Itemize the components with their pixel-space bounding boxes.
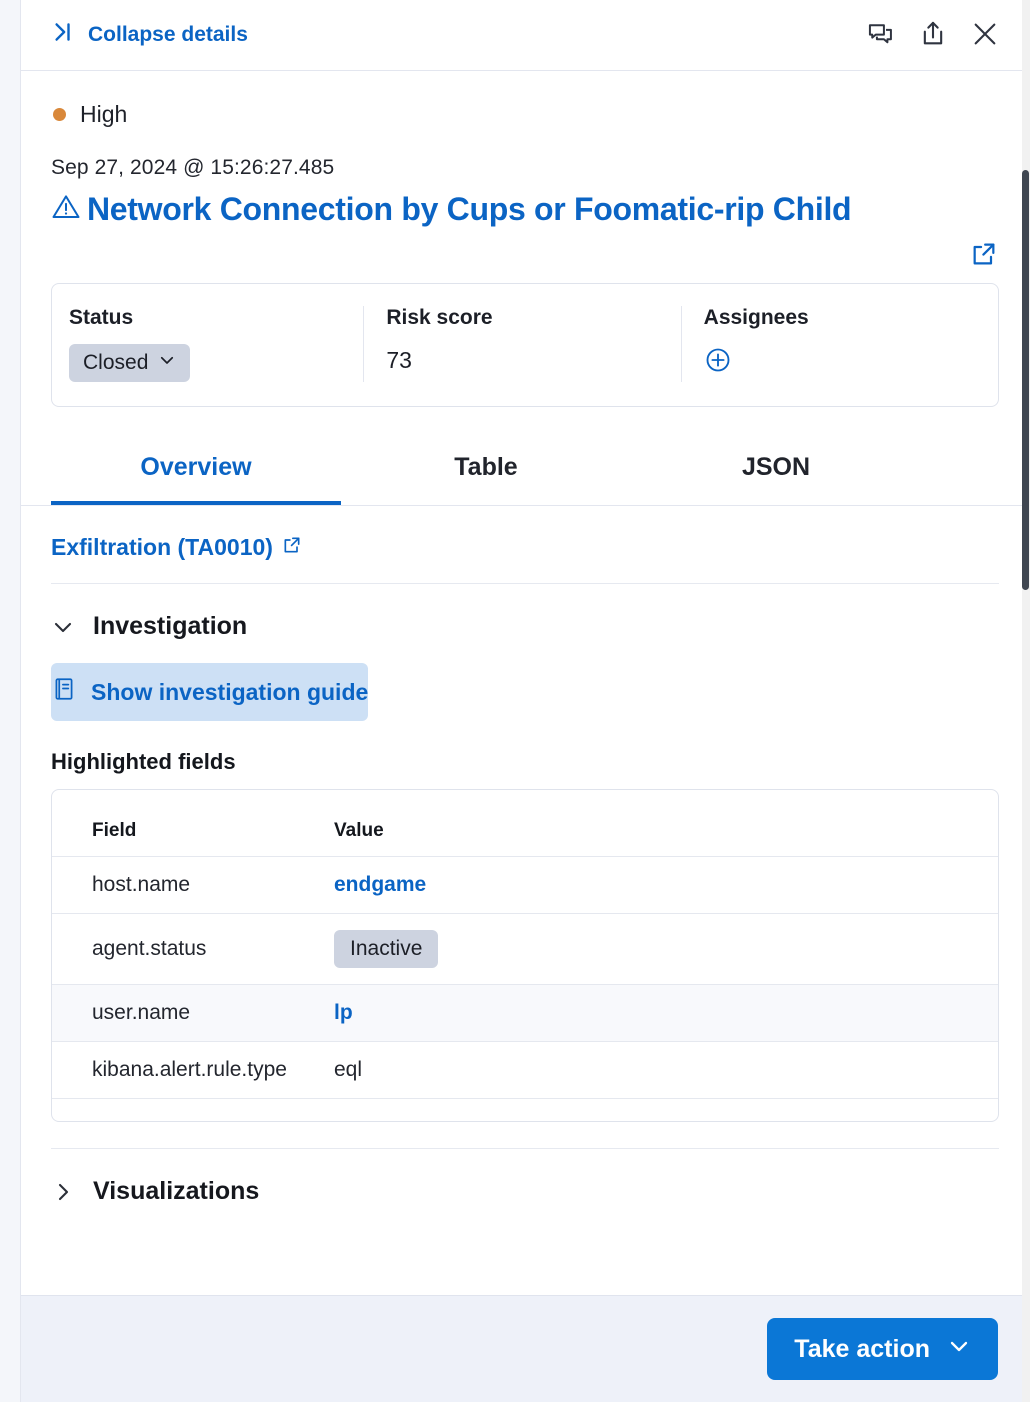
risk-score-cell: Risk score 73: [364, 306, 682, 382]
highlighted-fields-table: Field Value host.name endgame agent.stat…: [52, 804, 998, 1099]
flyout-panel: Collapse details High Sep 27, 2024 @ 15:…: [21, 0, 1022, 1402]
highlighted-fields-card: Field Value host.name endgame agent.stat…: [51, 789, 999, 1122]
mitre-tactic-link[interactable]: Exfiltration (TA0010): [51, 534, 302, 561]
severity-label: High: [80, 101, 128, 127]
alert-summary-panel: Status Closed Risk score 73 Assignees: [51, 283, 999, 407]
table-row: agent.status Inactive: [52, 913, 998, 985]
tab-json[interactable]: JSON: [631, 439, 921, 505]
field-value-cell: Inactive: [322, 913, 998, 985]
left-gutter: [0, 0, 21, 1402]
flyout-footer: Take action: [21, 1295, 1022, 1402]
show-investigation-guide-button[interactable]: Show investigation guide: [51, 663, 369, 721]
assignees-label: Assignees: [703, 306, 809, 329]
external-link-icon: [282, 534, 302, 561]
field-name-cell: host.name: [52, 856, 322, 914]
flyout-body: High Sep 27, 2024 @ 15:26:27.485 Network…: [21, 71, 1022, 1402]
column-header-value: Value: [322, 804, 998, 857]
table-row: host.name endgame: [52, 856, 998, 914]
show-investigation-guide-label: Show investigation guide: [91, 678, 369, 705]
flyout-header: Collapse details: [21, 0, 1022, 71]
agent-status-badge: Inactive: [334, 930, 439, 968]
alert-details-flyout-screen: Collapse details High Sep 27, 2024 @ 15:…: [0, 0, 1030, 1402]
take-action-button[interactable]: Take action: [767, 1318, 998, 1380]
share-icon: [919, 20, 947, 51]
share-button[interactable]: [918, 20, 948, 50]
table-row: kibana.alert.rule.type eql: [52, 1041, 998, 1099]
status-cell: Status Closed: [52, 306, 365, 382]
page-scrollbar[interactable]: [1021, 0, 1030, 1402]
user-name-value-link[interactable]: lp: [334, 1001, 353, 1024]
field-name-cell: user.name: [52, 984, 322, 1042]
table-header-row: Field Value: [52, 804, 998, 857]
collapse-right-icon: [49, 19, 75, 51]
chevron-down-icon: [947, 1334, 971, 1365]
risk-score-label: Risk score: [386, 306, 493, 329]
severity-dot-icon: [53, 108, 66, 121]
status-label: Status: [69, 306, 134, 329]
external-link-icon: [970, 243, 998, 271]
tab-table[interactable]: Table: [341, 439, 631, 505]
collapse-details-button[interactable]: Collapse details: [49, 19, 248, 51]
column-header-field: Field: [52, 804, 322, 857]
chevron-down-icon: [51, 615, 75, 639]
chevron-right-icon: [51, 1180, 75, 1204]
field-value-cell: eql: [322, 1041, 998, 1099]
field-value-cell: lp: [322, 984, 998, 1042]
plus-circle-icon: [704, 348, 732, 377]
field-name-cell: kibana.alert.rule.type: [52, 1041, 322, 1099]
header-actions: [866, 20, 1000, 50]
guide-book-icon: [51, 676, 77, 708]
comments-button[interactable]: [866, 20, 896, 50]
visualizations-section-header[interactable]: Visualizations: [21, 1149, 1022, 1228]
assignees-cell: Assignees: [682, 306, 998, 382]
open-alert-external-button[interactable]: [970, 240, 998, 271]
mitre-tactic-row: Exfiltration (TA0010): [51, 506, 999, 584]
investigation-section-header[interactable]: Investigation: [21, 584, 1022, 663]
field-value-cell: endgame: [322, 856, 998, 914]
detail-tabs: Overview Table JSON: [21, 439, 1022, 506]
close-icon: [971, 20, 999, 51]
warning-triangle-icon: [51, 190, 81, 234]
comments-icon: [867, 20, 895, 51]
tab-overview[interactable]: Overview: [51, 439, 341, 505]
highlighted-fields-title: Highlighted fields: [51, 749, 236, 774]
chevron-down-icon: [158, 351, 176, 375]
scrollbar-thumb[interactable]: [1022, 170, 1029, 590]
investigation-section-title: Investigation: [93, 612, 248, 640]
rule-type-value: eql: [334, 1058, 363, 1081]
mitre-tactic-label: Exfiltration (TA0010): [51, 534, 273, 560]
status-dropdown-button[interactable]: Closed: [69, 344, 191, 382]
alert-title-row: Network Connection by Cups or Foomatic-r…: [21, 180, 1022, 271]
collapse-details-label: Collapse details: [88, 23, 248, 46]
page-title[interactable]: Network Connection by Cups or Foomatic-r…: [51, 188, 970, 234]
add-assignee-button[interactable]: [704, 344, 732, 377]
alert-title-text: Network Connection by Cups or Foomatic-r…: [87, 191, 852, 227]
take-action-label: Take action: [794, 1334, 930, 1363]
field-name-cell: agent.status: [52, 913, 322, 985]
risk-score-value: 73: [386, 347, 412, 373]
visualizations-section-title: Visualizations: [93, 1177, 260, 1205]
alert-timestamp: Sep 27, 2024 @ 15:26:27.485: [51, 156, 335, 179]
severity-row: High: [21, 71, 1022, 128]
host-name-value-link[interactable]: endgame: [334, 873, 426, 896]
status-value: Closed: [83, 351, 149, 374]
table-row: user.name lp: [52, 984, 998, 1042]
close-button[interactable]: [970, 20, 1000, 50]
